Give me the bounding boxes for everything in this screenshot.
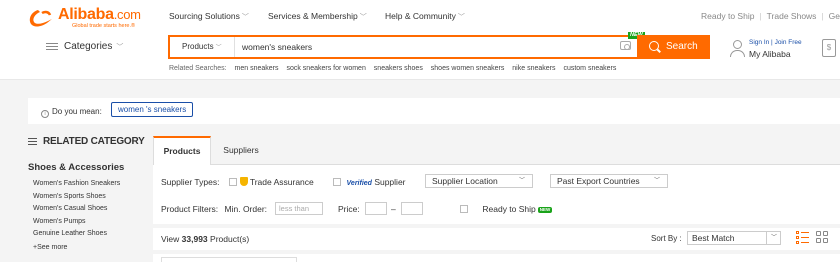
link-ready-to-ship[interactable]: Ready to Ship xyxy=(701,11,754,21)
list-view-icon[interactable] xyxy=(796,231,809,244)
chevron-down-icon: ﹀ xyxy=(771,235,778,241)
product-filters-label: Product Filters: xyxy=(161,204,219,214)
logo-tagline: Global trade starts here.® xyxy=(72,23,136,29)
results-panel: Products Suppliers Supplier Types: Trade… xyxy=(153,136,840,262)
see-more-link[interactable]: +See more xyxy=(28,244,146,251)
link-get[interactable]: Ge xyxy=(829,11,840,21)
price-label: Price: xyxy=(338,204,360,214)
verified-badge: Verified xyxy=(346,180,372,187)
results-count: View 33,993 Product(s) xyxy=(161,234,250,244)
price-separator: – xyxy=(391,204,396,214)
ready-to-ship-checkbox[interactable] xyxy=(460,205,468,213)
past-export-select[interactable]: Past Export Countries ﹀ xyxy=(550,174,668,188)
did-you-mean-label: i Do you mean: xyxy=(41,107,102,118)
price-min-input[interactable] xyxy=(365,202,387,215)
chevron-down-icon: ﹀ xyxy=(359,14,367,21)
related-search-link[interactable]: shoes women sneakers xyxy=(431,65,505,72)
tab-products[interactable]: Products xyxy=(153,136,211,166)
subcategory-link[interactable]: Genuine Leather Shoes xyxy=(28,228,146,241)
menu-icon xyxy=(46,41,58,52)
related-search-link[interactable]: sock sneakers for women xyxy=(286,65,365,72)
logo-wordmark: Alibaba.com xyxy=(58,6,141,23)
sign-in-links: Sign In | Join Free xyxy=(749,39,802,46)
join-free-link[interactable]: Join Free xyxy=(775,39,802,46)
results-toolbar: View 33,993 Product(s) Sort By : Best Ma… xyxy=(153,228,840,250)
orders-icon[interactable]: $ xyxy=(822,39,836,57)
chevron-down-icon: ﹀ xyxy=(457,14,465,21)
top-links: Ready to Ship | Trade Shows | Ge xyxy=(701,11,840,21)
verified-supplier-checkbox[interactable] xyxy=(333,178,342,186)
filters-panel: Supplier Types: Trade Assurance Verified… xyxy=(153,165,840,224)
alibaba-logo[interactable]: Alibaba.com Global trade starts here.® xyxy=(28,6,148,29)
link-trade-shows[interactable]: Trade Shows xyxy=(767,11,817,21)
product-list-top xyxy=(153,254,840,262)
alibaba-logo-icon xyxy=(29,10,52,27)
tab-suppliers[interactable]: Suppliers xyxy=(211,136,271,165)
search-input[interactable] xyxy=(242,40,602,54)
search-box: Products ﹀ xyxy=(168,35,637,59)
ready-to-ship-label: Ready to Ship xyxy=(482,204,536,214)
subcategory-link[interactable]: Women's Sports Shoes xyxy=(28,191,146,204)
trade-assurance-checkbox[interactable] xyxy=(228,178,237,186)
supplier-location-select[interactable]: Supplier Location ﹀ xyxy=(425,174,533,188)
new-tag: NEW xyxy=(537,207,553,213)
camera-icon[interactable] xyxy=(620,41,631,50)
trade-assurance-label: Trade Assurance xyxy=(249,177,314,187)
product-filters-row: Product Filters: Min. Order: xyxy=(161,204,267,214)
related-category-sidebar: RELATED CATEGORY Shoes & Accessories Wom… xyxy=(28,136,146,251)
category-link[interactable]: Shoes & Accessories xyxy=(28,162,146,173)
chevron-down-icon: ﹀ xyxy=(241,14,249,21)
did-you-mean-suggestion[interactable]: women 's sneakers xyxy=(111,102,194,117)
related-search-link[interactable]: men sneakers xyxy=(235,65,279,72)
search-icon xyxy=(649,41,659,51)
my-alibaba-link[interactable]: My Alibaba xyxy=(749,49,791,59)
related-category-heading: RELATED CATEGORY xyxy=(28,136,146,147)
ready-to-ship-filter: Ready to Ship NEW xyxy=(460,204,553,214)
price-max-input[interactable] xyxy=(401,202,423,215)
sort-select[interactable]: Best Match ﹀ xyxy=(687,231,781,245)
site-header: Alibaba.com Global trade starts here.® S… xyxy=(0,0,840,80)
subcategory-link[interactable]: Women's Fashion Sneakers xyxy=(28,178,146,191)
subcategory-list: Women's Fashion Sneakers Women's Sports … xyxy=(28,178,146,241)
chevron-down-icon: ﹀ xyxy=(116,44,124,52)
supplier-types-row: Supplier Types: Trade Assurance Verified… xyxy=(161,177,406,187)
related-searches: Related Searches: men sneakers sock snea… xyxy=(169,65,617,72)
trade-assurance-icon xyxy=(239,177,248,186)
related-search-link[interactable]: nike sneakers xyxy=(512,65,555,72)
supplier-types-label: Supplier Types: xyxy=(161,177,220,187)
nav-help-community[interactable]: Help & Community ﹀ xyxy=(385,11,465,22)
search-type-dropdown[interactable]: Products ﹀ xyxy=(170,37,235,57)
search-button[interactable]: Search xyxy=(637,35,710,59)
nav-sourcing-solutions[interactable]: Sourcing Solutions ﹀ xyxy=(169,11,249,22)
sort-by-label: Sort By : xyxy=(651,234,682,243)
sign-in-link[interactable]: Sign In xyxy=(749,39,769,46)
user-icon[interactable] xyxy=(729,40,745,58)
did-you-mean-bar: i Do you mean: women 's sneakers xyxy=(28,98,840,124)
verified-supplier-label: Supplier xyxy=(374,177,406,187)
result-tabs: Products Suppliers xyxy=(153,136,840,166)
list-icon xyxy=(28,136,37,147)
chevron-down-icon: ﹀ xyxy=(653,178,660,184)
min-order-label: Min. Order: xyxy=(224,204,268,214)
subcategory-link[interactable]: Women's Pumps xyxy=(28,216,146,229)
grid-view-icon[interactable] xyxy=(816,231,829,244)
nav-services-membership[interactable]: Services & Membership ﹀ xyxy=(268,11,367,22)
related-search-link[interactable]: custom sneakers xyxy=(563,65,616,72)
chevron-down-icon: ﹀ xyxy=(215,45,222,51)
min-order-input[interactable]: less than xyxy=(275,202,323,215)
related-search-link[interactable]: sneakers shoes xyxy=(374,65,423,72)
subcategory-link[interactable]: Women's Casual Shoes xyxy=(28,203,146,216)
categories-menu[interactable]: Categories ﹀ xyxy=(46,41,123,52)
info-icon: i xyxy=(41,110,49,118)
product-card[interactable] xyxy=(161,257,297,262)
chevron-down-icon: ﹀ xyxy=(518,178,525,184)
